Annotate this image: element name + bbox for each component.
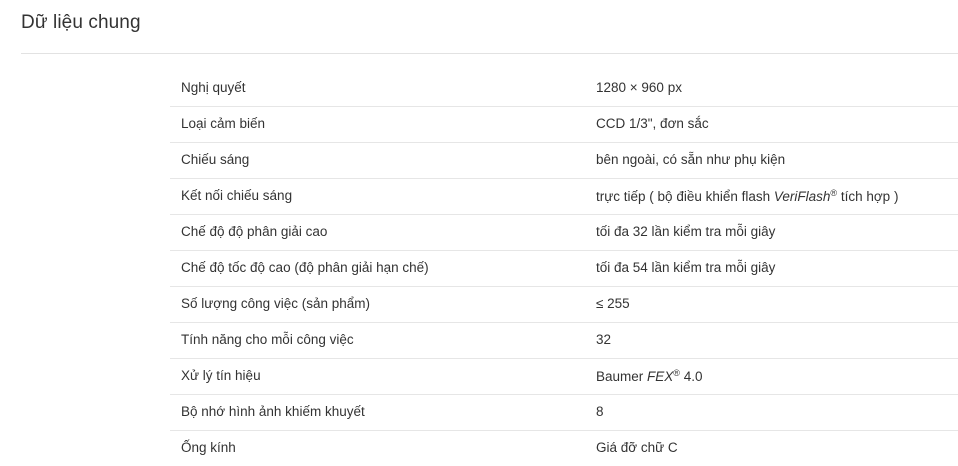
spec-value: bên ngoài, có sẵn như phụ kiện <box>596 152 786 167</box>
spec-row: Chiếu sáng bên ngoài, có sẵn như phụ kiệ… <box>170 143 958 179</box>
spec-row: Chế độ tốc độ cao (độ phân giải hạn chế)… <box>170 251 958 287</box>
spec-value-text: 4.0 <box>679 369 703 384</box>
spec-label: Loại cảm biến <box>181 116 266 131</box>
spec-value: 1280 × 960 px <box>596 80 682 95</box>
spec-row: Ống kính Giá đỡ chữ C <box>170 431 958 466</box>
spec-row: Chế độ độ phân giải cao tối đa 32 lần ki… <box>170 215 958 251</box>
spec-row: Loại cảm biến CCD 1/3", đơn sắc <box>170 107 958 143</box>
spec-row: Số lượng công việc (sản phẩm) ≤ 255 <box>170 287 958 323</box>
spec-label: Số lượng công việc (sản phẩm) <box>181 296 370 311</box>
spec-label: Xử lý tín hiệu <box>181 368 261 383</box>
spec-value: tối đa 54 lần kiểm tra mỗi giây <box>596 260 776 275</box>
section-title: Dữ liệu chung <box>21 12 141 33</box>
spec-value-brand: FEX <box>647 369 674 384</box>
spec-label: Bộ nhớ hình ảnh khiếm khuyết <box>181 404 365 419</box>
spec-value: Giá đỡ chữ C <box>596 440 678 455</box>
spec-value-text: trực tiếp ( bộ điều khiển flash <box>596 189 774 204</box>
spec-label: Chiếu sáng <box>181 152 250 167</box>
spec-label: Tính năng cho mỗi công việc <box>181 332 354 347</box>
spec-row: Tính năng cho mỗi công việc 32 <box>170 323 958 359</box>
spec-value: tối đa 32 lần kiểm tra mỗi giây <box>596 224 776 239</box>
spec-value: Baumer FEX® 4.0 <box>596 368 702 384</box>
title-divider <box>21 53 958 54</box>
spec-row: Bộ nhớ hình ảnh khiếm khuyết 8 <box>170 395 958 431</box>
spec-value: trực tiếp ( bộ điều khiển flash VeriFlas… <box>596 188 898 204</box>
spec-value: CCD 1/3", đơn sắc <box>596 116 709 131</box>
spec-label: Kết nối chiếu sáng <box>181 188 293 203</box>
spec-row: Xử lý tín hiệu Baumer FEX® 4.0 <box>170 359 958 395</box>
spec-label: Chế độ độ phân giải cao <box>181 224 328 239</box>
spec-label: Nghị quyết <box>181 80 246 95</box>
spec-label: Ống kính <box>181 440 236 455</box>
spec-row: Kết nối chiếu sáng trực tiếp ( bộ điều k… <box>170 179 958 215</box>
spec-value-text: tích hợp ) <box>837 189 899 204</box>
spec-row: Nghị quyết 1280 × 960 px <box>170 71 958 107</box>
spec-value-text: Baumer <box>596 369 648 384</box>
spec-value-brand: VeriFlash <box>773 189 831 204</box>
registered-mark: ® <box>673 368 680 378</box>
spec-table: Nghị quyết 1280 × 960 px Loại cảm biến C… <box>170 71 958 466</box>
spec-label: Chế độ tốc độ cao (độ phân giải hạn chế) <box>181 260 429 275</box>
spec-value: 8 <box>596 404 604 419</box>
spec-value: 32 <box>596 332 612 347</box>
spec-value: ≤ 255 <box>596 296 630 311</box>
